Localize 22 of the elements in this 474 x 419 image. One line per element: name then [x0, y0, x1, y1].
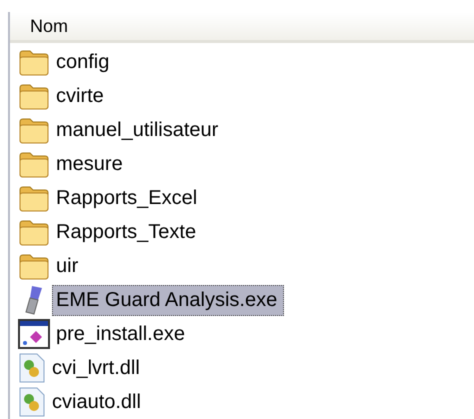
- folder-icon: [18, 184, 50, 212]
- folder-icon: [18, 150, 50, 178]
- file-name[interactable]: cvirte: [52, 80, 111, 112]
- file-name[interactable]: Rapports_Texte: [52, 216, 204, 248]
- file-name[interactable]: uir: [52, 250, 86, 282]
- file-name[interactable]: cvi_lvrt.dll: [48, 352, 147, 384]
- file-name[interactable]: cviauto.dll: [48, 386, 148, 418]
- program-window-icon: [18, 319, 50, 349]
- file-name[interactable]: EME Guard Analysis.exe: [52, 284, 284, 316]
- folder-icon: [18, 218, 50, 246]
- file-name[interactable]: manuel_utilisateur: [52, 114, 226, 146]
- file-name[interactable]: mesure: [52, 148, 130, 180]
- gear-file-icon: [18, 352, 46, 384]
- gear-file-icon: [18, 386, 46, 418]
- file-name[interactable]: config: [52, 46, 116, 78]
- file-name[interactable]: pre_install.exe: [52, 318, 192, 350]
- folder-icon: [18, 82, 50, 110]
- file-name[interactable]: Rapports_Excel: [52, 182, 204, 214]
- folder-icon: [18, 116, 50, 144]
- folder-icon: [18, 252, 50, 280]
- folder-icon: [18, 48, 50, 76]
- column-title: Nom: [29, 16, 68, 36]
